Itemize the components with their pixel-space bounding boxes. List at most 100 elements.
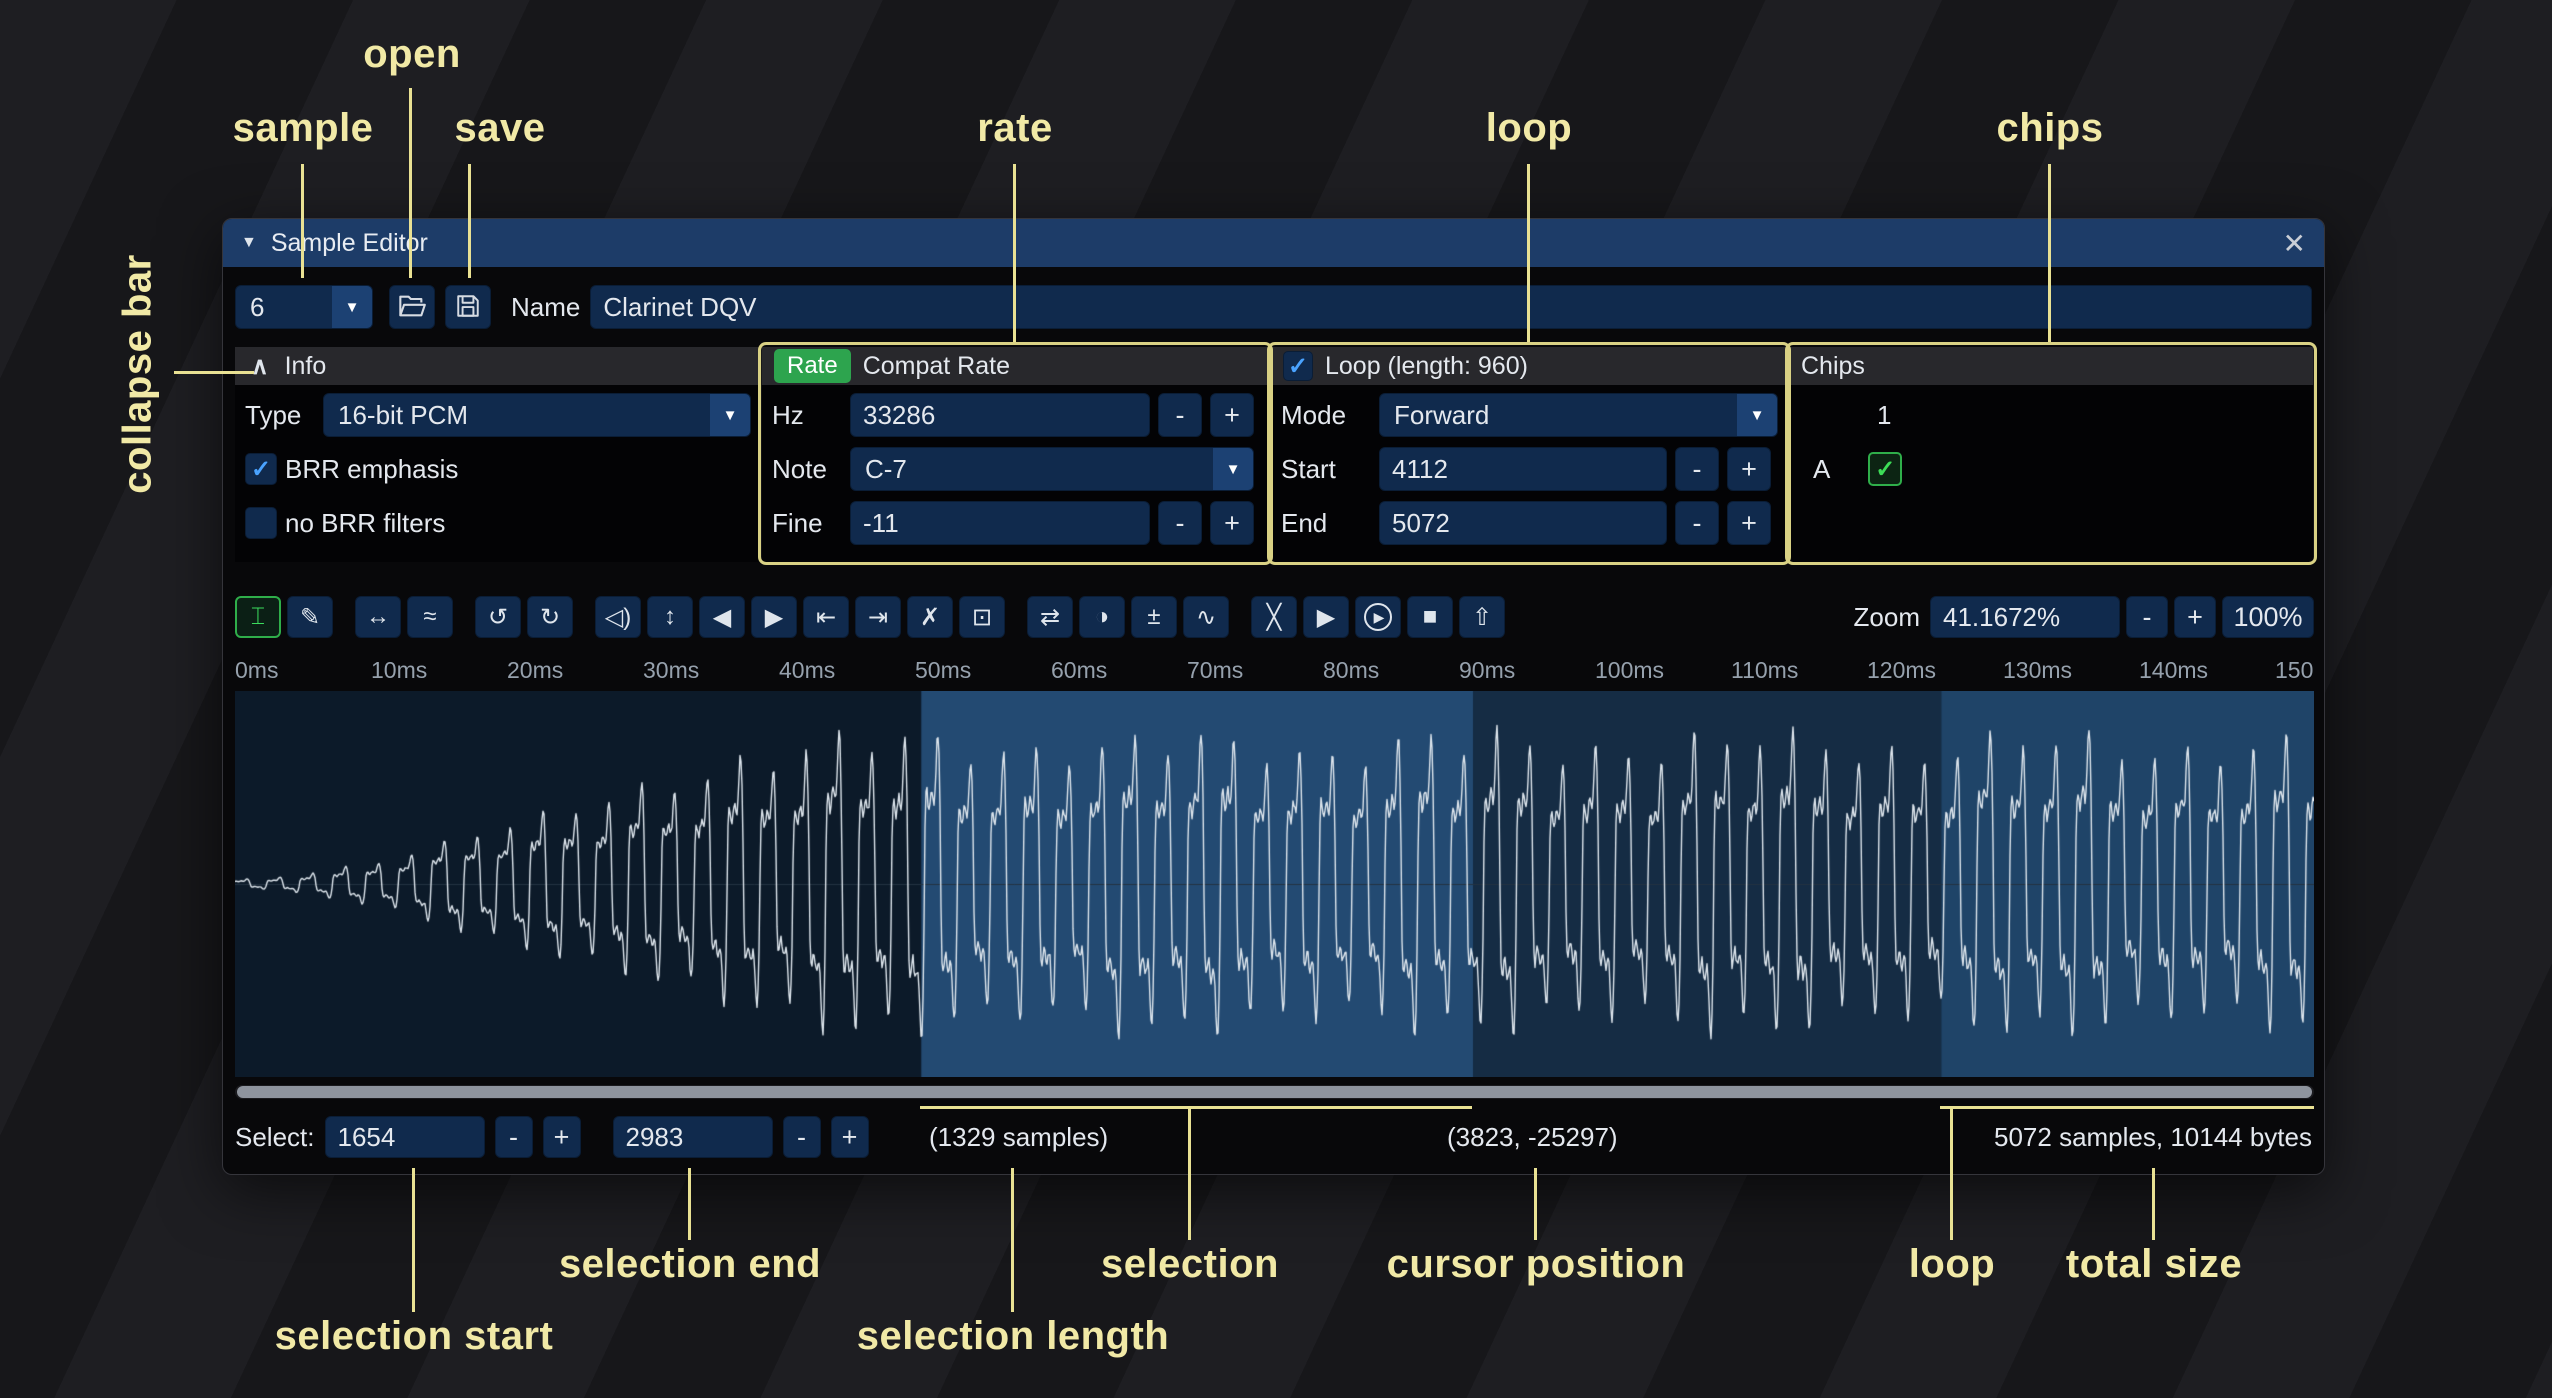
- annotation-line-chips: [2048, 164, 2051, 342]
- zoom-in-button[interactable]: +: [2174, 596, 2216, 638]
- resample-button[interactable]: ≈: [407, 596, 453, 638]
- import-icon: ⇧: [1472, 603, 1492, 632]
- sample-name-input[interactable]: [590, 285, 2312, 329]
- chevron-down-icon: ▼: [710, 394, 750, 436]
- annotation-rate: rate: [977, 106, 1052, 151]
- sample-number-dropdown[interactable]: 6 ▼: [235, 285, 373, 329]
- annotation-selection: selection: [1101, 1242, 1279, 1287]
- waveform-display[interactable]: [235, 691, 2314, 1077]
- annotation-sample: sample: [233, 106, 374, 151]
- open-sample-button[interactable]: [389, 285, 435, 329]
- amplify-button[interactable]: ◁): [595, 596, 641, 638]
- ruler-label: 10ms: [371, 657, 507, 684]
- annotation-line-selection-end: [688, 1168, 691, 1240]
- reverse-button[interactable]: ⇄: [1027, 596, 1073, 638]
- apply-silence-icon: ⇥: [868, 603, 888, 632]
- annotation-line-cursor-position: [1534, 1168, 1537, 1240]
- annotation-selection-end: selection end: [559, 1242, 821, 1287]
- loop-highlight-box: [1267, 342, 1791, 565]
- normalize-button[interactable]: ↕: [647, 596, 693, 638]
- brr-emphasis-label: BRR emphasis: [285, 454, 458, 485]
- ruler-label: 40ms: [779, 657, 915, 684]
- sample-type-dropdown[interactable]: 16-bit PCM ▼: [323, 393, 751, 437]
- annotation-selection-start: selection start: [275, 1314, 554, 1359]
- select-tool-button[interactable]: ⌶: [235, 596, 281, 638]
- import-button[interactable]: ⇧: [1459, 596, 1505, 638]
- fade-in-button[interactable]: ◀: [699, 596, 745, 638]
- fade-out-button[interactable]: ▶: [751, 596, 797, 638]
- undo-button[interactable]: ↺: [475, 596, 521, 638]
- selection-start-increase-button[interactable]: +: [543, 1116, 581, 1158]
- apply-silence-button[interactable]: ⇥: [855, 596, 901, 638]
- resize-button[interactable]: ↔: [355, 596, 401, 638]
- insert-silence-icon: ⇤: [816, 603, 836, 632]
- annotation-line-selection-length: [1011, 1168, 1014, 1312]
- info-section: ∧ Info Type 16-bit PCM ▼ ✓ BRR emphasis: [235, 347, 762, 562]
- zoom-reset-button[interactable]: 100%: [2222, 596, 2314, 638]
- draw-tool-button[interactable]: ✎: [287, 596, 333, 638]
- annotation-save: save: [455, 106, 546, 151]
- annotation-line-selection-start: [412, 1168, 415, 1312]
- play-icon: ▶: [1317, 603, 1335, 632]
- annotation-line-loop-bottom: [1950, 1106, 1953, 1240]
- delete-button[interactable]: ✗: [907, 596, 953, 638]
- ruler-label: 60ms: [1051, 657, 1187, 684]
- stop-button[interactable]: ■: [1407, 596, 1453, 638]
- annotation-line-selection: [1188, 1106, 1191, 1240]
- ruler-label: 0ms: [235, 657, 371, 684]
- annotation-line-save: [468, 164, 471, 278]
- selection-end-decrease-button[interactable]: -: [783, 1116, 821, 1158]
- crossfade-button[interactable]: ╳: [1251, 596, 1297, 638]
- time-ruler: 0ms10ms20ms30ms40ms50ms60ms70ms80ms90ms1…: [235, 653, 2314, 687]
- selection-start-input[interactable]: [325, 1116, 485, 1158]
- selection-end-increase-button[interactable]: +: [831, 1116, 869, 1158]
- window-collapse-icon[interactable]: ▼: [241, 234, 257, 252]
- insert-silence-button[interactable]: ⇤: [803, 596, 849, 638]
- annotation-line-open: [409, 88, 412, 278]
- no-brr-filters-checkbox[interactable]: [245, 507, 277, 539]
- sign-invert-button[interactable]: ±: [1131, 596, 1177, 638]
- ruler-label: 70ms: [1187, 657, 1323, 684]
- ruler-label: 100ms: [1595, 657, 1731, 684]
- name-label: Name: [511, 292, 580, 323]
- sample-number-value: 6: [236, 292, 332, 323]
- normalize-icon: ↕: [664, 603, 676, 631]
- select-label: Select:: [235, 1122, 315, 1153]
- selection-start-decrease-button[interactable]: -: [495, 1116, 533, 1158]
- undo-icon: ↺: [488, 603, 508, 632]
- selection-end-input[interactable]: [613, 1116, 773, 1158]
- play-button[interactable]: ▶: [1355, 596, 1401, 638]
- chips-highlight-box: [1785, 342, 2317, 565]
- waveform-canvas[interactable]: [235, 691, 2314, 1077]
- invert-button[interactable]: ◑: [1079, 596, 1125, 638]
- brr-emphasis-checkbox[interactable]: ✓: [245, 453, 277, 485]
- title-bar[interactable]: ▼ Sample Editor ✕: [223, 219, 2324, 267]
- invert-icon: ◑: [1095, 603, 1110, 631]
- zoom-input[interactable]: [1930, 596, 2120, 638]
- filter-button[interactable]: ∿: [1183, 596, 1229, 638]
- annotation-cursor-position: cursor position: [1387, 1242, 1686, 1287]
- waveform-scrollbar-track[interactable]: [235, 1085, 2314, 1099]
- waveform-scrollbar-thumb[interactable]: [237, 1086, 2312, 1098]
- redo-button[interactable]: ↻: [527, 596, 573, 638]
- zoom-out-button[interactable]: -: [2126, 596, 2168, 638]
- info-header-label: Info: [285, 352, 327, 381]
- trim-button[interactable]: ⊡: [959, 596, 1005, 638]
- folder-open-icon: [398, 293, 426, 322]
- preview-button[interactable]: ▶: [1303, 596, 1349, 638]
- sample-header-row: 6 ▼ Name: [223, 267, 2324, 329]
- annotation-selection-length: selection length: [857, 1314, 1170, 1359]
- ruler-label: 140ms: [2139, 657, 2275, 684]
- annotation-total-size: total size: [2066, 1242, 2242, 1287]
- pencil-icon: ✎: [300, 603, 320, 632]
- save-sample-button[interactable]: [445, 285, 491, 329]
- rate-highlight-box: [758, 342, 1273, 565]
- collapse-bar-button[interactable]: ∧: [247, 352, 273, 381]
- close-button[interactable]: ✕: [2283, 227, 2306, 260]
- documentation-page: ▼ Sample Editor ✕ 6 ▼ Name: [0, 0, 2552, 1398]
- fade-in-icon: ◀: [713, 603, 731, 632]
- annotation-line-collapse-bar: [174, 371, 254, 374]
- ibeam-select-icon: ⌶: [251, 603, 265, 631]
- annotation-line-loop-top: [1527, 164, 1530, 342]
- annotation-loop-top: loop: [1486, 106, 1572, 151]
